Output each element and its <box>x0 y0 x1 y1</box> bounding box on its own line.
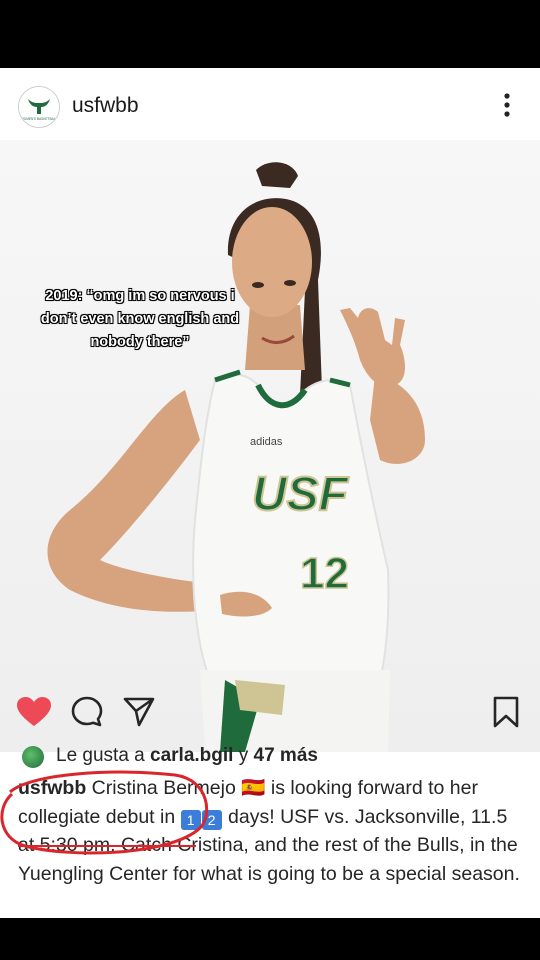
post-header: WOMEN'S BASKETBALL usfwbb <box>0 68 540 140</box>
bull-logo-icon: WOMEN'S BASKETBALL <box>19 87 59 127</box>
avatar-label: WOMEN'S BASKETBALL <box>21 117 58 121</box>
likes-text: Le gusta a carla.bgil y 47 más <box>56 745 318 767</box>
liker-username[interactable]: carla.bgil <box>150 745 233 766</box>
profile-avatar[interactable]: WOMEN'S BASKETBALL <box>18 86 60 128</box>
player-illustration: adidas USF 12 <box>47 162 425 752</box>
likes-mid: y <box>233 745 254 766</box>
post-photo[interactable]: adidas USF 12 2019: “omg im so nervous i… <box>0 140 540 752</box>
bottom-black-bar <box>0 918 540 960</box>
post-caption: usfwbb Cristina Bermejo 🇪🇸 is looking fo… <box>18 774 523 888</box>
instagram-post: WOMEN'S BASKETBALL usfwbb adidas USF 12 … <box>0 68 540 918</box>
jersey-logo: USF <box>252 468 350 521</box>
overlay-caption: 2019: “omg im so nervous i don’t even kn… <box>40 288 240 350</box>
comment-icon[interactable] <box>70 695 104 729</box>
bookmark-icon[interactable] <box>492 695 520 729</box>
send-icon[interactable] <box>122 696 156 728</box>
likes-count[interactable]: 47 más <box>254 745 318 766</box>
more-options-icon[interactable] <box>497 90 517 120</box>
likes-row: Le gusta a carla.bgil y 47 más <box>18 743 528 773</box>
caption-name: Cristina Bermejo <box>91 777 236 799</box>
top-black-bar <box>0 0 540 68</box>
liker-avatar[interactable] <box>22 746 44 768</box>
keycap-1-icon: 1 <box>180 809 201 830</box>
keycap-2-icon: 2 <box>201 809 222 830</box>
heart-icon[interactable] <box>16 696 52 728</box>
caption-username[interactable]: usfwbb <box>18 777 86 799</box>
likes-prefix: Le gusta a <box>56 745 151 766</box>
jersey-brand: adidas <box>250 436 283 448</box>
action-bar <box>0 688 540 736</box>
jersey-number: 12 <box>300 549 349 598</box>
post-username[interactable]: usfwbb <box>72 94 139 118</box>
flag-spain-icon: 🇪🇸 <box>241 777 266 799</box>
